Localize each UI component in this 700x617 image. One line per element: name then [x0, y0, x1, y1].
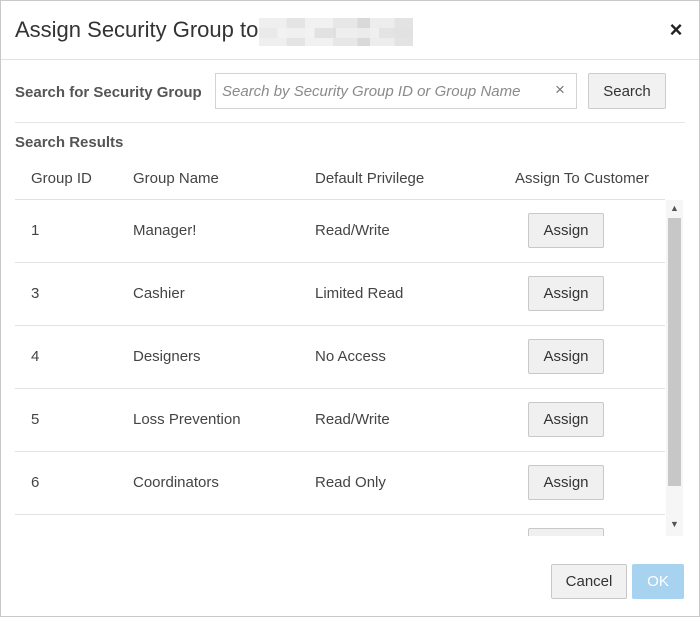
scroll-down-icon[interactable]: ▼ [666, 516, 683, 532]
redacted-customer-name [259, 18, 413, 46]
table-row: 3 Cashier Limited Read Assign [15, 263, 665, 326]
cell-group-id: 6 [31, 474, 40, 491]
table-row: 5 Loss Prevention Read/Write Assign [15, 389, 665, 452]
table-row: 4 Designers No Access Assign [15, 326, 665, 389]
column-header-default-privilege: Default Privilege [315, 170, 425, 187]
results-table-body[interactable]: 1 Manager! Read/Write Assign 3 Cashier L… [15, 200, 665, 536]
cell-group-name: Manager! [133, 222, 197, 239]
search-button[interactable]: Search [588, 73, 666, 109]
assign-button[interactable]: Assign [528, 213, 604, 248]
cell-default-privilege: Read/Write [315, 222, 390, 239]
assign-button[interactable]: Assign [528, 402, 604, 437]
assign-button[interactable]: Assign [528, 465, 604, 500]
table-row-partial [15, 515, 665, 536]
search-row: Search for Security Group × Search [15, 73, 685, 113]
search-input[interactable] [222, 74, 542, 108]
ok-button[interactable]: OK [632, 564, 684, 599]
dialog-header: Assign Security Group to × [1, 1, 699, 60]
scrollbar-thumb[interactable] [668, 218, 681, 486]
cell-default-privilege: Read/Write [315, 411, 390, 428]
cancel-button[interactable]: Cancel [551, 564, 627, 599]
scroll-up-icon[interactable]: ▲ [666, 200, 683, 216]
close-icon[interactable]: × [665, 19, 687, 41]
results-scrollbar[interactable]: ▲ ▼ [666, 200, 683, 536]
assign-button[interactable]: Assign [528, 339, 604, 374]
cell-group-name: Designers [133, 348, 201, 365]
assign-button[interactable]: Assign [528, 276, 604, 311]
column-header-group-id: Group ID [31, 170, 92, 187]
assign-security-group-dialog: Assign Security Group to × Search for Se… [0, 0, 700, 617]
cell-default-privilege: Read Only [315, 474, 386, 491]
table-row: 1 Manager! Read/Write Assign [15, 200, 665, 263]
cell-group-id: 3 [31, 285, 40, 302]
column-header-assign-to-customer: Assign To Customer [515, 170, 649, 187]
cell-group-id: 1 [31, 222, 40, 239]
cell-default-privilege: No Access [315, 348, 386, 365]
search-results-label: Search Results [15, 134, 124, 151]
clear-search-icon[interactable]: × [552, 81, 568, 99]
cell-group-name: Coordinators [133, 474, 219, 491]
section-divider [15, 122, 685, 123]
assign-button-partial[interactable] [528, 528, 604, 536]
dialog-title: Assign Security Group to [15, 17, 259, 42]
cell-group-name: Loss Prevention [133, 411, 241, 428]
cell-default-privilege: Limited Read [315, 285, 404, 302]
cell-group-name: Cashier [133, 285, 185, 302]
table-row: 6 Coordinators Read Only Assign [15, 452, 665, 515]
results-table-header: Group ID Group Name Default Privilege As… [15, 161, 665, 200]
cell-group-id: 4 [31, 348, 40, 365]
search-label: Search for Security Group [15, 84, 202, 101]
cell-group-id: 5 [31, 411, 40, 428]
search-input-wrapper: × [215, 73, 577, 109]
column-header-group-name: Group Name [133, 170, 219, 187]
